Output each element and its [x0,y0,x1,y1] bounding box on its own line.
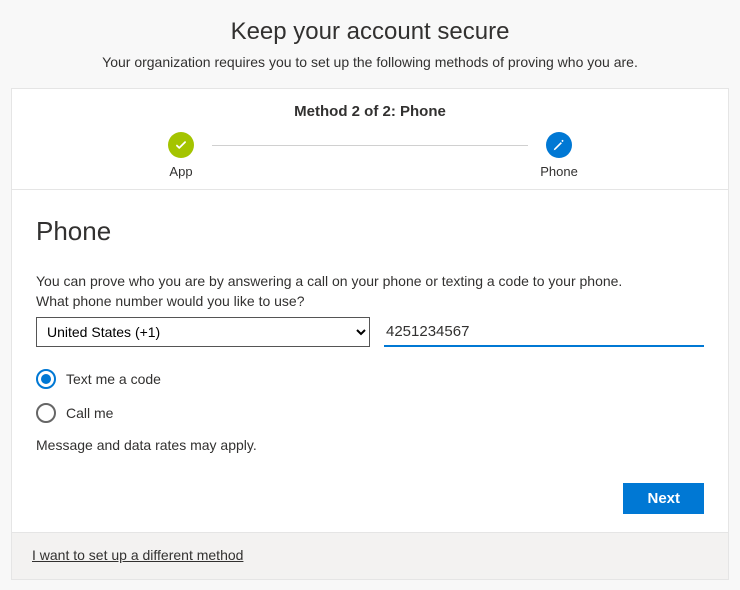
step-phone: Phone [534,132,584,179]
step-label-phone: Phone [540,164,578,179]
page-title: Keep your account secure [10,18,730,46]
radio-icon [36,369,56,389]
radio-call-me-label: Call me [66,405,113,421]
phone-section: Phone You can prove who you are by answe… [12,190,728,532]
setup-card: Method 2 of 2: Phone App Phone Pho [11,88,729,580]
rates-disclaimer: Message and data rates may apply. [36,437,704,453]
stepper-title: Method 2 of 2: Phone [36,103,704,120]
country-code-select[interactable]: United States (+1) [36,317,370,347]
radio-call-me[interactable]: Call me [36,403,704,423]
page-subtitle: Your organization requires you to set up… [10,54,730,70]
radio-icon [36,403,56,423]
stepper: Method 2 of 2: Phone App Phone [12,89,728,190]
checkmark-icon [168,132,194,158]
radio-text-me-label: Text me a code [66,371,161,387]
prompt-text: What phone number would you like to use? [36,293,704,309]
footer: I want to set up a different method [12,532,728,579]
step-label-app: App [169,164,192,179]
radio-text-me[interactable]: Text me a code [36,369,704,389]
instruction-text: You can prove who you are by answering a… [36,273,704,289]
different-method-link[interactable]: I want to set up a different method [32,547,243,563]
section-heading: Phone [36,216,704,247]
step-app: App [156,132,206,179]
pencil-icon [546,132,572,158]
next-button[interactable]: Next [623,483,704,514]
phone-number-input[interactable] [384,317,704,347]
stepper-connector [212,145,528,146]
